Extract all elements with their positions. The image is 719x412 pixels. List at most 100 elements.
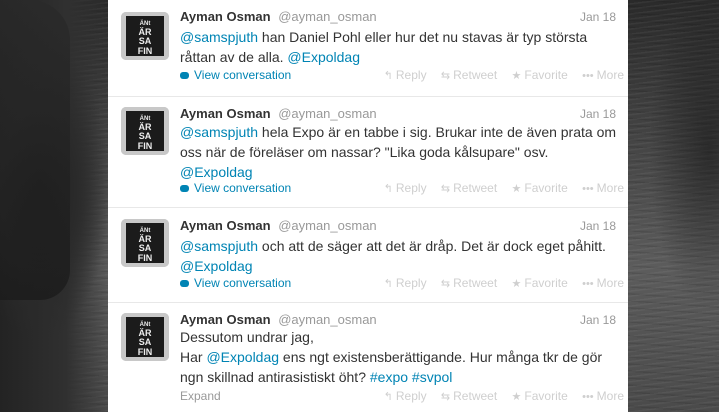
tweet-text: Dessutom undrar jag, Har @Expoldag ens n… — [180, 327, 620, 387]
mention-link[interactable]: @samspjuth — [180, 238, 258, 254]
background-rock-shadow — [0, 0, 70, 300]
tweet-actions: ↰ Reply ⇆ Retweet ★ Favorite ••• More — [373, 68, 624, 83]
hashtag-link[interactable]: #expo — [370, 369, 408, 385]
favorite-label: Favorite — [524, 276, 568, 290]
favorite-button[interactable]: ★ Favorite — [512, 181, 568, 196]
username[interactable]: @ayman_osman — [278, 9, 376, 24]
fullname[interactable]: Ayman Osman — [180, 9, 271, 24]
tweet-text-line: ngn skillnad antirasistiskt öht? #expo #… — [180, 367, 620, 387]
retweet-button[interactable]: ⇆ Retweet — [441, 68, 497, 83]
tweet-text: @samspjuth han Daniel Pohl eller hur det… — [180, 27, 620, 67]
reply-arrow-icon: ↰ — [383, 391, 393, 403]
mention-link[interactable]: @samspjuth — [180, 29, 258, 45]
speech-bubble-icon — [180, 185, 189, 192]
tweet-header: Ayman Osman @ayman_osman Jan 18 — [180, 312, 616, 328]
timestamp[interactable]: Jan 18 — [580, 9, 616, 25]
reply-button[interactable]: ↰ Reply — [384, 276, 427, 291]
view-conversation-label: View conversation — [194, 276, 292, 290]
hashtag-link[interactable]: #svpol — [412, 369, 452, 385]
dots-icon: ••• — [582, 391, 594, 403]
reply-arrow-icon: ↰ — [383, 70, 393, 82]
mention-link[interactable]: @Expoldag — [206, 349, 279, 365]
timestamp[interactable]: Jan 18 — [580, 312, 616, 328]
retweet-button[interactable]: ⇆ Retweet — [441, 181, 497, 196]
fullname[interactable]: Ayman Osman — [180, 218, 271, 233]
more-button[interactable]: ••• More — [582, 181, 624, 196]
view-conversation-label: View conversation — [194, 68, 292, 82]
expand-link[interactable]: Expand — [180, 389, 221, 403]
retweet-label: Retweet — [453, 389, 498, 403]
star-icon: ★ — [511, 278, 522, 290]
favorite-button[interactable]: ★ Favorite — [512, 276, 568, 291]
favorite-label: Favorite — [524, 181, 568, 195]
tweet-text-body: Har — [180, 349, 207, 365]
tweet[interactable]: ÄNt ÄR SA FIN Ayman Osman @ayman_osman J… — [108, 97, 628, 208]
tweet-text: @samspjuth och att de säger att det är d… — [180, 236, 620, 276]
tweet-text-body: Dessutom undrar jag, — [180, 329, 314, 345]
username[interactable]: @ayman_osman — [278, 106, 376, 121]
view-conversation-link[interactable]: View conversation — [180, 181, 291, 195]
more-button[interactable]: ••• More — [582, 389, 624, 404]
retweet-icon: ⇆ — [440, 391, 451, 403]
timestamp[interactable]: Jan 18 — [580, 106, 616, 122]
username[interactable]: @ayman_osman — [278, 312, 376, 327]
retweet-icon: ⇆ — [440, 183, 451, 195]
speech-bubble-icon — [180, 72, 189, 79]
reply-button[interactable]: ↰ Reply — [384, 389, 427, 404]
background-rock-right — [619, 0, 719, 412]
mention-link[interactable]: @Expoldag — [180, 258, 253, 274]
fullname[interactable]: Ayman Osman — [180, 106, 271, 121]
svg-text:ÄNt: ÄNt — [140, 321, 151, 328]
more-label: More — [596, 389, 624, 403]
mention-link[interactable]: @Expoldag — [180, 164, 253, 180]
star-icon: ★ — [511, 70, 522, 82]
tweet-header: Ayman Osman @ayman_osman Jan 18 — [180, 9, 616, 25]
mention-link[interactable]: @samspjuth — [180, 124, 258, 140]
tweet-actions: ↰ Reply ⇆ Retweet ★ Favorite ••• More — [373, 276, 624, 291]
tweet[interactable]: ÄNt ÄR SA FIN Ayman Osman @ayman_osman J… — [108, 303, 628, 412]
svg-text:FIN: FIN — [138, 141, 153, 151]
star-icon: ★ — [511, 183, 522, 195]
svg-text:ÄNt: ÄNt — [140, 227, 151, 234]
reply-label: Reply — [395, 181, 427, 195]
retweet-button[interactable]: ⇆ Retweet — [441, 389, 497, 404]
retweet-label: Retweet — [453, 68, 498, 82]
retweet-icon: ⇆ — [440, 70, 451, 82]
retweet-label: Retweet — [453, 276, 498, 290]
more-button[interactable]: ••• More — [582, 276, 624, 291]
tweet-header: Ayman Osman @ayman_osman Jan 18 — [180, 106, 616, 122]
favorite-button[interactable]: ★ Favorite — [512, 389, 568, 404]
svg-text:SA: SA — [139, 36, 152, 46]
tweet-text-line: Har @Expoldag ens ngt existensberättigan… — [180, 347, 620, 367]
timestamp[interactable]: Jan 18 — [580, 218, 616, 234]
retweet-button[interactable]: ⇆ Retweet — [441, 276, 497, 291]
tweet[interactable]: ÄNt ÄR SA FIN Ayman Osman @ayman_osman J… — [108, 208, 628, 303]
view-conversation-link[interactable]: View conversation — [180, 68, 291, 82]
star-icon: ★ — [511, 391, 522, 403]
avatar[interactable]: ÄNt ÄR SA FIN — [121, 107, 169, 155]
reply-button[interactable]: ↰ Reply — [384, 68, 427, 83]
reply-arrow-icon: ↰ — [383, 278, 393, 290]
mention-link[interactable]: @Expoldag — [287, 49, 360, 65]
avatar[interactable]: ÄNt ÄR SA FIN — [121, 313, 169, 361]
avatar[interactable]: ÄNt ÄR SA FIN — [121, 12, 169, 60]
reply-button[interactable]: ↰ Reply — [384, 181, 427, 196]
svg-text:FIN: FIN — [138, 253, 153, 263]
reply-label: Reply — [395, 68, 427, 82]
reply-arrow-icon: ↰ — [383, 183, 393, 195]
favorite-button[interactable]: ★ Favorite — [512, 68, 568, 83]
svg-text:SA: SA — [139, 243, 152, 253]
avatar[interactable]: ÄNt ÄR SA FIN — [121, 219, 169, 267]
svg-text:FIN: FIN — [138, 347, 153, 357]
tweet[interactable]: ÄNt ÄR SA FIN Ayman Osman @ayman_osman J… — [108, 0, 628, 97]
username[interactable]: @ayman_osman — [278, 218, 376, 233]
view-conversation-link[interactable]: View conversation — [180, 276, 291, 290]
more-button[interactable]: ••• More — [582, 68, 624, 83]
tweet-header: Ayman Osman @ayman_osman Jan 18 — [180, 218, 616, 234]
favorite-label: Favorite — [524, 389, 568, 403]
more-label: More — [596, 276, 624, 290]
fullname[interactable]: Ayman Osman — [180, 312, 271, 327]
svg-text:ÄNt: ÄNt — [140, 20, 151, 27]
tweet-text-body: ens ngt existensberättigande. Hur många … — [279, 349, 603, 365]
dots-icon: ••• — [582, 70, 594, 82]
